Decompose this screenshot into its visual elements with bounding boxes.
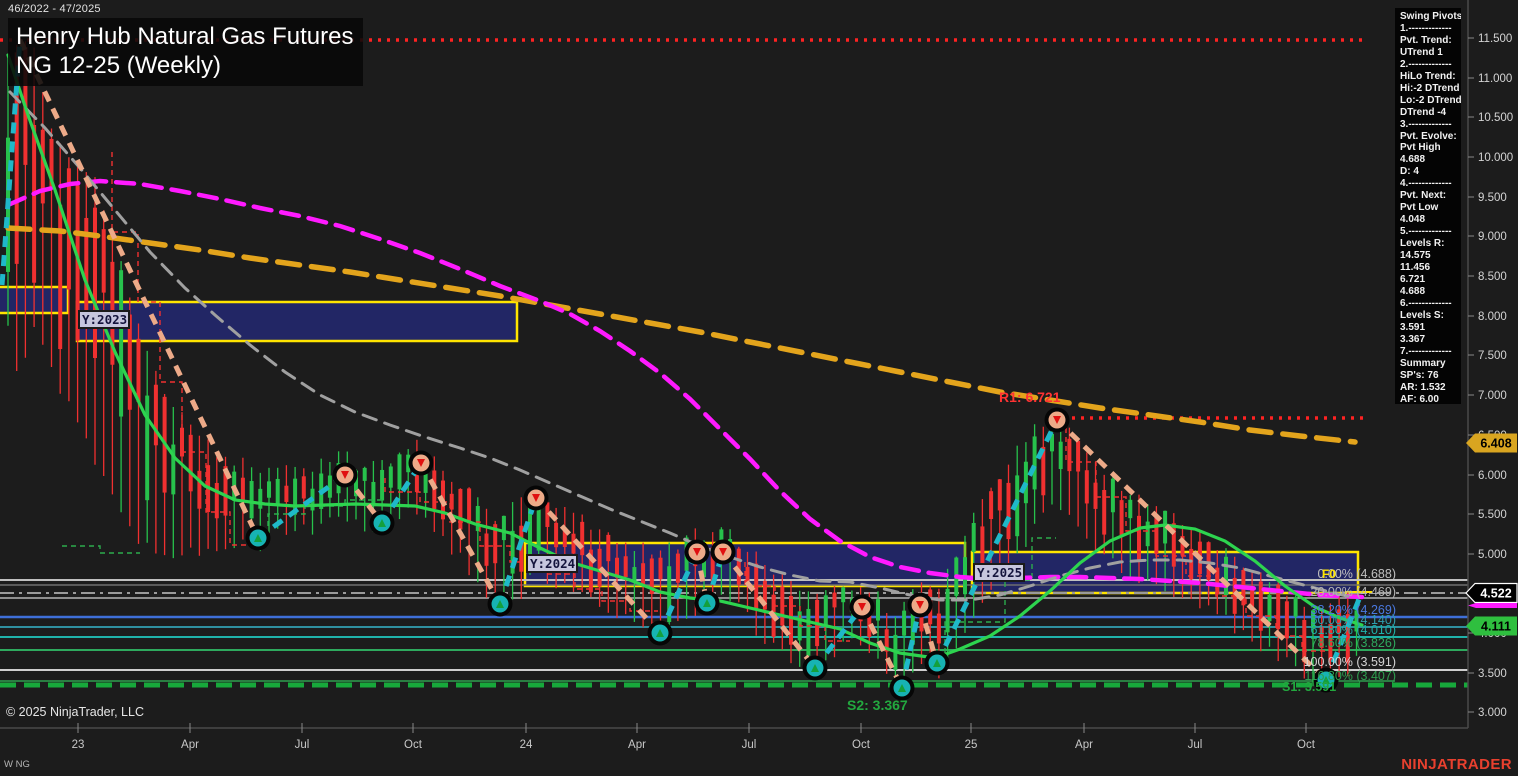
svg-text:7.000: 7.000: [1478, 390, 1507, 402]
svg-text:Apr: Apr: [628, 739, 646, 751]
svg-text:Jul: Jul: [1188, 739, 1203, 751]
time-axis[interactable]: 23 Apr Jul Oct 24 Apr Jul Oct 25 Apr Jul Oct: [72, 723, 1316, 751]
chart-title-line1: Henry Hub Natural Gas Futures: [16, 23, 354, 50]
pivot-panel-line: Pvt. Next:: [1400, 190, 1447, 202]
pivot-panel-line: AR: 1.532: [1400, 381, 1446, 393]
svg-text:6.408: 6.408: [1480, 437, 1511, 451]
level-annotation: R1: 6.721: [999, 389, 1061, 405]
pivot-panel-line: 7.-------------: [1400, 345, 1452, 357]
pivot-panel-line: DTrend -4: [1400, 106, 1447, 118]
svg-text:24: 24: [520, 739, 533, 751]
pivot-panel-line: 3.-------------: [1400, 118, 1452, 130]
svg-text:Oct: Oct: [404, 739, 423, 751]
svg-text:5.000: 5.000: [1478, 549, 1507, 561]
pivot-panel-line: Lo:-2 DTrend: [1400, 94, 1461, 106]
svg-text:23: 23: [72, 739, 85, 751]
date-range-label: 46/2022 - 47/2025: [8, 3, 101, 15]
fib-level-label: 100.00% (3.591): [1304, 655, 1396, 669]
pivot-panel-line: 4.688: [1400, 154, 1426, 166]
pivot-panel-line: Hi:-2 DTrend: [1400, 82, 1460, 94]
pivot-panel-line: 3.591: [1400, 321, 1426, 333]
svg-text:10.500: 10.500: [1478, 112, 1513, 124]
pivot-panel-line: 3.367: [1400, 333, 1426, 345]
svg-text:5.500: 5.500: [1478, 509, 1507, 521]
pivot-panel-line: Levels S:: [1400, 309, 1444, 321]
year-range-chip[interactable]: Y:2024: [526, 554, 578, 573]
svg-text:25: 25: [965, 739, 978, 751]
year-range-chip[interactable]: Y:2023: [78, 310, 130, 329]
svg-text:8.000: 8.000: [1478, 311, 1507, 323]
svg-text:11.500: 11.500: [1478, 33, 1512, 45]
pivot-panel-line: UTrend 1: [1400, 46, 1443, 58]
pivot-panel-line: Swing Pivots: [1400, 11, 1461, 22]
svg-text:Y:2024: Y:2024: [530, 556, 575, 571]
pivot-panel-line: Pvt. Evolve:: [1400, 130, 1457, 142]
year-range-chip[interactable]: Y:2025: [973, 563, 1025, 582]
pivot-panel-line: 6.721: [1400, 273, 1426, 285]
svg-text:10.000: 10.000: [1478, 152, 1513, 164]
svg-text:Apr: Apr: [181, 739, 199, 751]
pivot-panel-line: Pvt. Trend:: [1400, 34, 1452, 46]
level-annotation: S2: 3.367: [847, 697, 908, 713]
instrument-label: W NG: [4, 759, 30, 770]
svg-text:9.000: 9.000: [1478, 231, 1507, 243]
pivot-panel-line: AF: 6.00: [1400, 393, 1439, 405]
pivot-panel-line: 1.-------------: [1400, 22, 1452, 34]
ma-mid-gray: [8, 90, 1357, 602]
year-range-rect: [75, 300, 519, 343]
pivot-panel-line: 4.-------------: [1400, 178, 1452, 190]
fib-level-label: 61.80% (4.010): [1311, 623, 1396, 637]
svg-text:3.500: 3.500: [1478, 668, 1507, 680]
chart-title: Henry Hub Natural Gas Futures NG 12-25 (…: [8, 18, 364, 86]
swing-pivots-panel: Swing Pivots 1.------------- Pvt. Trend: UT…: [1395, 8, 1461, 404]
level-annotation: F0: [1322, 567, 1336, 581]
price-marker: 6.408: [1466, 433, 1517, 453]
pivot-panel-line: Pvt Low: [1400, 202, 1439, 214]
price-marker: 4.522: [1465, 582, 1518, 608]
pivot-panel-line: D: 4: [1400, 166, 1419, 178]
svg-text:8.500: 8.500: [1478, 271, 1507, 283]
chart-title-line2: NG 12-25 (Weekly): [16, 52, 221, 79]
chart-window: Y:2023 Y:2024 Y:2025 0.00% (4.688) 20.00% (4…: [0, 0, 1518, 776]
pivot-panel-line: Pvt High: [1400, 142, 1441, 154]
svg-text:3.000: 3.000: [1478, 707, 1507, 719]
pivot-panel-line: 5.-------------: [1400, 226, 1452, 238]
svg-text:Jul: Jul: [295, 739, 310, 751]
price-axis[interactable]: 11.500 11.000 10.500 10.000 9.500 9.000 8.500 8…: [1468, 33, 1513, 719]
svg-text:4.522: 4.522: [1480, 587, 1511, 601]
svg-text:7.500: 7.500: [1478, 350, 1507, 362]
price-marker: 4.111: [1466, 616, 1517, 636]
pivot-panel-line: 14.575: [1400, 250, 1431, 262]
pivot-panel-line: 6.-------------: [1400, 297, 1452, 309]
pivot-panel-line: SP's: 76: [1400, 369, 1439, 381]
pivot-panel-line: 4.048: [1400, 214, 1426, 226]
pivot-panel-line: 2.-------------: [1400, 58, 1452, 70]
pivot-panel-line: 11.456: [1400, 262, 1431, 274]
fib-level-label: 78.60% (3.826): [1311, 636, 1396, 650]
ninjatrader-logo: NINJATRADER: [1401, 756, 1512, 773]
pivot-panel-line: Summary: [1400, 357, 1446, 369]
pivot-panel-line: HiLo Trend:: [1400, 70, 1456, 82]
svg-text:6.000: 6.000: [1478, 470, 1507, 482]
svg-text:Jul: Jul: [742, 739, 757, 751]
ma-slow-magenta: [5, 178, 1365, 600]
svg-text:4.111: 4.111: [1481, 620, 1511, 634]
level-annotation: S1: 3.591: [1282, 680, 1336, 694]
pivot-panel-line: 4.688: [1400, 285, 1426, 297]
svg-text:Apr: Apr: [1075, 739, 1093, 751]
svg-text:Y:2023: Y:2023: [82, 312, 127, 327]
chart-canvas[interactable]: Y:2023Y:2024Y:2025 0.00% (4.688)20.00% (4…: [0, 0, 1518, 776]
copyright-label: © 2025 NinjaTrader, LLC: [6, 705, 144, 719]
svg-text:9.500: 9.500: [1478, 192, 1507, 204]
svg-text:Oct: Oct: [1297, 739, 1316, 751]
svg-text:11.000: 11.000: [1478, 73, 1512, 85]
fib-level-label: 20.00% (4.469): [1311, 585, 1396, 599]
pivot-panel-line: Levels R:: [1400, 238, 1445, 250]
svg-text:Oct: Oct: [852, 739, 871, 751]
trail-stop-line: [62, 545, 140, 554]
svg-text:Y:2025: Y:2025: [977, 565, 1022, 580]
